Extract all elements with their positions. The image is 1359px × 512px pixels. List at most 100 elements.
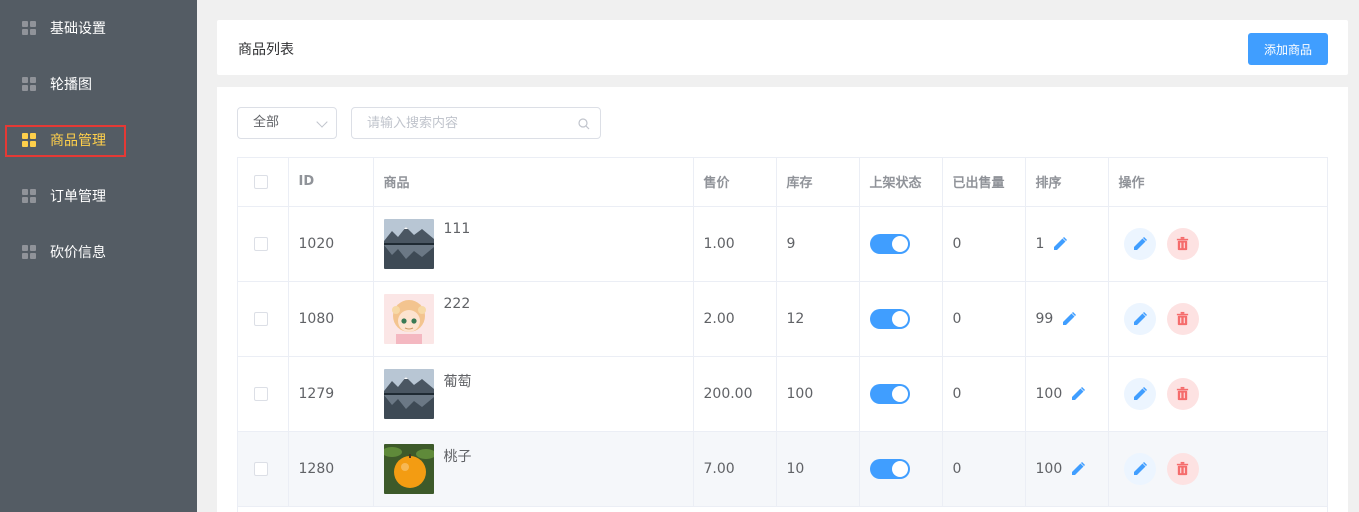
on-shelf-toggle[interactable]	[869, 233, 910, 254]
column-header-sold: 已出售量	[942, 158, 1026, 207]
chevron-down-icon	[316, 116, 328, 128]
sidebar-item-label: 轮播图	[50, 77, 92, 93]
delete-product-button[interactable]	[1166, 302, 1199, 335]
product-name: 222	[443, 295, 471, 312]
row-checkbox[interactable]	[254, 386, 268, 401]
edit-product-button[interactable]	[1123, 227, 1156, 260]
cell-actions	[1108, 431, 1327, 507]
cell-price: 1.00	[693, 206, 777, 282]
column-header-id: ID	[288, 158, 374, 207]
table-row: 1279 葡萄 200.00 100 0 100	[238, 356, 1327, 432]
edit-sort-icon[interactable]	[1052, 236, 1068, 252]
row-select-cell	[238, 206, 289, 282]
sidebar-item-label: 商品管理	[50, 133, 106, 149]
cell-sold: 0	[942, 281, 1026, 357]
header-card: 商品列表 添加商品	[217, 20, 1348, 75]
cell-sort: 1	[1025, 206, 1109, 282]
cell-sort: 99	[1025, 281, 1109, 357]
product-thumbnail	[383, 218, 434, 269]
toggle-knob	[891, 385, 908, 402]
pencil-icon	[1132, 386, 1148, 402]
row-checkbox[interactable]	[254, 236, 268, 251]
sidebar-item-product-management[interactable]: 商品管理	[0, 112, 197, 168]
table-header-row: ID 商品 售价 库存 上架状态 已出售量 排序 操作	[238, 158, 1327, 207]
row-checkbox[interactable]	[254, 311, 268, 326]
cell-id: 1020	[288, 206, 374, 282]
cell-status	[859, 206, 943, 282]
edit-product-button[interactable]	[1123, 302, 1156, 335]
cell-product: 111	[373, 206, 694, 282]
row-checkbox[interactable]	[254, 461, 268, 476]
cell-price: 200.00	[693, 356, 777, 432]
cell-status	[859, 356, 943, 432]
edit-sort-icon[interactable]	[1070, 461, 1086, 477]
sidebar-item-label: 砍价信息	[50, 245, 106, 261]
grid-icon	[22, 21, 36, 35]
trash-icon	[1175, 236, 1190, 251]
search-input[interactable]	[367, 108, 577, 138]
trash-icon	[1175, 386, 1190, 401]
select-all-checkbox[interactable]	[254, 174, 268, 189]
on-shelf-toggle[interactable]	[869, 458, 910, 479]
product-list-card: 全部 ID 商品 售价 库存 上架状态 已出售量 排序	[217, 87, 1348, 512]
cell-id: 1280	[288, 431, 374, 507]
product-name: 111	[443, 220, 471, 237]
product-table: ID 商品 售价 库存 上架状态 已出售量 排序 操作 1020 111 1.00 9…	[237, 157, 1328, 512]
trash-icon	[1175, 311, 1190, 326]
sidebar-item-basic-settings[interactable]: 基础设置	[0, 0, 197, 56]
product-thumbnail	[383, 443, 434, 494]
on-shelf-toggle[interactable]	[869, 308, 910, 329]
add-product-button[interactable]: 添加商品	[1248, 33, 1328, 65]
cell-product: 222	[373, 281, 694, 357]
row-select-cell	[238, 281, 289, 357]
cell-sort: 100	[1025, 431, 1109, 507]
page-title: 商品列表	[238, 42, 294, 58]
trash-icon	[1175, 461, 1190, 476]
select-all-cell	[238, 158, 289, 207]
sidebar-item-bargain-info[interactable]: 砍价信息	[0, 224, 197, 280]
row-select-cell	[238, 356, 289, 432]
delete-product-button[interactable]	[1166, 227, 1199, 260]
product-thumbnail	[383, 293, 434, 344]
cell-sold: 0	[942, 206, 1026, 282]
category-select-value: 全部	[253, 115, 280, 130]
delete-product-button[interactable]	[1166, 452, 1199, 485]
edit-sort-icon[interactable]	[1061, 311, 1077, 327]
column-header-stock: 库存	[776, 158, 860, 207]
table-row: 1280 桃子 7.00 10 0 100	[238, 431, 1327, 507]
sort-value: 100	[1035, 385, 1063, 402]
product-thumbnail	[383, 368, 434, 419]
cell-id: 1080	[288, 281, 374, 357]
on-shelf-toggle[interactable]	[869, 383, 910, 404]
search-icon[interactable]	[578, 118, 590, 130]
pencil-icon	[1132, 311, 1148, 327]
cell-actions	[1108, 356, 1327, 432]
category-select[interactable]: 全部	[237, 107, 337, 139]
pencil-icon	[1132, 236, 1148, 252]
cell-product: 桃子	[373, 431, 694, 507]
cell-sold: 0	[942, 431, 1026, 507]
column-header-status: 上架状态	[859, 158, 943, 207]
edit-product-button[interactable]	[1123, 452, 1156, 485]
sidebar: 基础设置 轮播图 商品管理 订单管理 砍价信息	[0, 0, 197, 512]
edit-sort-icon[interactable]	[1070, 386, 1086, 402]
column-header-product: 商品	[373, 158, 694, 207]
row-select-cell	[238, 431, 289, 507]
sidebar-item-order-management[interactable]: 订单管理	[0, 168, 197, 224]
cell-actions	[1108, 281, 1327, 357]
sort-value: 1	[1035, 235, 1045, 252]
cell-id: 1279	[288, 356, 374, 432]
sidebar-item-label: 订单管理	[50, 189, 106, 205]
column-header-price: 售价	[693, 158, 777, 207]
product-name: 葡萄	[443, 373, 472, 390]
table-row: 1020 111 1.00 9 0 1	[238, 206, 1327, 282]
cell-stock: 10	[776, 431, 860, 507]
cell-status	[859, 431, 943, 507]
cell-stock: 9	[776, 206, 860, 282]
cell-product: 葡萄	[373, 356, 694, 432]
edit-product-button[interactable]	[1123, 377, 1156, 410]
delete-product-button[interactable]	[1166, 377, 1199, 410]
sidebar-item-carousel[interactable]: 轮播图	[0, 56, 197, 112]
cell-sort: 100	[1025, 356, 1109, 432]
toggle-knob	[891, 310, 908, 327]
